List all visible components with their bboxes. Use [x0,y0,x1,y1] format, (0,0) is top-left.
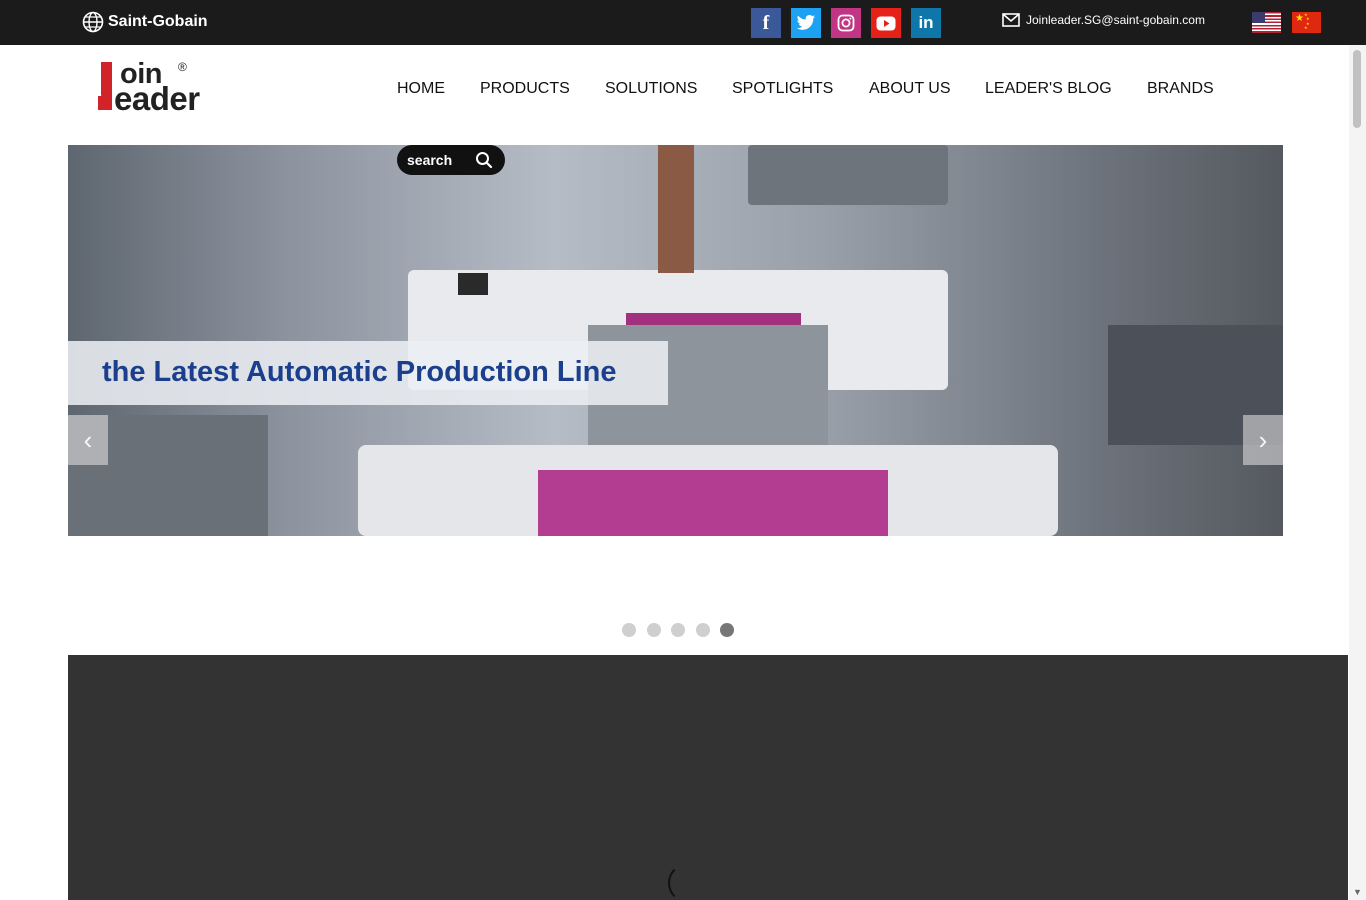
slider-dot-3[interactable] [671,623,685,637]
facebook-icon[interactable]: f [751,8,781,38]
globe-icon [82,11,104,33]
twitter-icon[interactable] [791,8,821,38]
email-link[interactable]: Joinleader.SG@saint-gobain.com [1002,13,1205,27]
video-section [68,655,1348,900]
nav-solutions[interactable]: SOLUTIONS [605,80,697,98]
search-label: search [407,152,453,168]
china-flag-icon[interactable]: ★ ★ ★ ★ ★ [1292,12,1321,33]
joinleader-logo[interactable]: oin eader ® [96,58,208,117]
nav-about-us[interactable]: ABOUT US [869,80,951,98]
chevron-right-icon: › [1258,424,1268,455]
email-text: Joinleader.SG@saint-gobain.com [1026,13,1205,27]
youtube-icon[interactable] [871,8,901,38]
nav-spotlights[interactable]: SPOTLIGHTS [732,80,833,98]
search-icon [476,152,493,169]
brand-label: Saint-Gobain [108,13,208,30]
hero-slider: search the Latest Automatic Production L… [68,145,1283,536]
nav-home[interactable]: HOME [397,80,445,98]
slider-dot-1[interactable] [622,623,636,637]
slider-prev-button[interactable]: ‹ [68,415,108,465]
slider-dot-5[interactable] [720,623,734,637]
page-scrollbar[interactable]: ▼ [1349,45,1366,900]
saint-gobain-link[interactable]: Saint-Gobain [82,11,208,33]
slider-dot-4[interactable] [696,623,710,637]
us-flag-icon[interactable] [1252,12,1281,33]
mail-icon [1002,13,1020,27]
nav-products[interactable]: PRODUCTS [480,80,570,98]
chevron-left-icon: ‹ [83,424,93,455]
loading-spinner-icon [668,863,708,900]
slider-dot-2[interactable] [647,623,661,637]
top-bar: Saint-Gobain f in Joinleader.SG@saint-go… [0,0,1366,45]
logo-line2: eader [114,80,200,117]
slide-caption-text: the Latest Automatic Production Line [102,356,617,388]
slider-next-button[interactable]: › [1243,415,1283,465]
scroll-down-icon[interactable]: ▼ [1353,887,1362,897]
nav-brands[interactable]: BRANDS [1147,80,1214,98]
nav-leaders-blog[interactable]: LEADER'S BLOG [985,80,1112,98]
logo-registered: ® [178,60,187,74]
instagram-icon[interactable] [831,8,861,38]
slide-caption: the Latest Automatic Production Line [68,341,668,405]
linkedin-icon[interactable]: in [911,8,941,38]
scrollbar-thumb[interactable] [1353,50,1361,128]
search-button[interactable]: search [397,145,505,175]
